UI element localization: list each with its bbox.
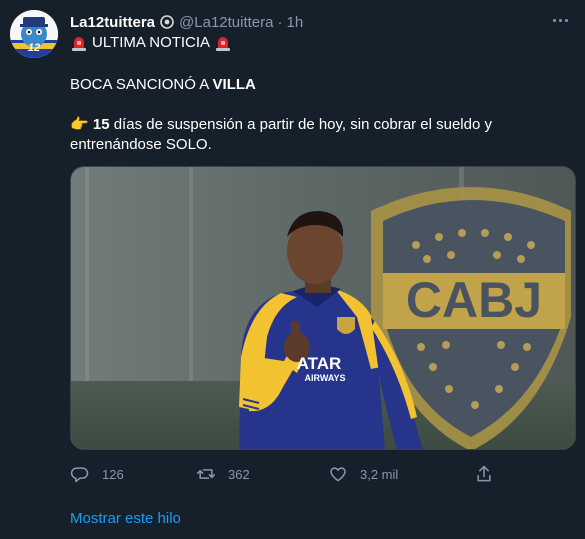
share-button[interactable]: [474, 462, 494, 486]
svg-text:12: 12: [28, 42, 40, 54]
verified-badge-icon: [160, 15, 174, 29]
reply-icon: [70, 467, 89, 483]
reply-count: 126: [102, 466, 124, 482]
retweet-button[interactable]: 362: [196, 462, 250, 486]
author-handle[interactable]: @La12tuittera: [179, 14, 273, 31]
police-light-icon: [214, 35, 232, 51]
reply-button[interactable]: 126: [70, 462, 124, 486]
tweet-line-1: ULTIMA NOTICIA: [70, 33, 232, 53]
author-name[interactable]: La12tuittera: [70, 14, 155, 31]
heart-icon: [330, 467, 346, 482]
headline-text: ULTIMA NOTICIA: [92, 34, 211, 51]
more-icon[interactable]: [545, 8, 575, 32]
retweet-count: 362: [228, 466, 250, 482]
player-name: VILLA: [212, 76, 256, 93]
tweet[interactable]: 12 La12tuittera @La12tuittera · 1h ULTIM…: [0, 0, 585, 539]
share-icon: [477, 465, 491, 482]
tweet-image[interactable]: CABJ ATAR AIRWAYS: [70, 166, 576, 450]
show-thread-link[interactable]: Mostrar este hilo: [70, 510, 181, 527]
tweet-header: La12tuittera @La12tuittera · 1h: [70, 12, 303, 32]
sanction-prefix: BOCA SANCIONÓ A: [70, 76, 213, 93]
timestamp[interactable]: 1h: [286, 14, 303, 31]
tweet-line-3: 👉 15 días de suspensión a partir de hoy,…: [70, 115, 550, 155]
suspension-text: días de suspensión a partir de hoy, sin …: [70, 116, 492, 153]
police-light-icon: [70, 35, 88, 51]
sponsor-text-1: ATAR: [297, 354, 342, 373]
backhand-index-pointing-right-icon: 👉: [70, 116, 89, 133]
crest-text: CABJ: [406, 272, 542, 328]
retweet-icon: [196, 469, 216, 479]
tweet-actions: 126 362 3,2 mil: [70, 462, 500, 486]
suspension-days: 15: [92, 116, 110, 133]
like-count: 3,2 mil: [360, 466, 399, 482]
separator-dot: ·: [277, 13, 283, 31]
like-button[interactable]: 3,2 mil: [328, 462, 398, 486]
sponsor-text-2: AIRWAYS: [304, 373, 345, 383]
tweet-line-2: BOCA SANCIONÓ A VILLA: [70, 75, 256, 95]
avatar[interactable]: 12: [10, 10, 58, 58]
